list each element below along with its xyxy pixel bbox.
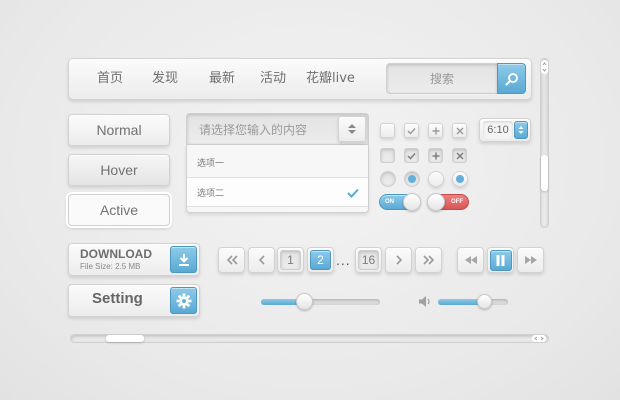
page-16-label: 16 bbox=[358, 250, 379, 270]
pagination-next-button[interactable] bbox=[385, 247, 412, 273]
time-input[interactable]: 6:10 bbox=[483, 121, 513, 139]
download-icon-button[interactable] bbox=[170, 246, 197, 273]
plus-icon bbox=[432, 127, 440, 135]
page-1-label: 1 bbox=[280, 250, 301, 270]
radio-unselected[interactable] bbox=[428, 171, 444, 187]
radio-selected[interactable] bbox=[452, 171, 468, 187]
horizontal-scrollbar-thumb[interactable] bbox=[105, 335, 144, 342]
nav-item-home[interactable]: 首页 bbox=[97, 70, 123, 88]
up-down-arrow-icon bbox=[518, 125, 524, 135]
pagination-first-button[interactable] bbox=[218, 247, 245, 273]
pagination-ellipsis: ... bbox=[336, 252, 351, 268]
pagination-page-16[interactable]: 16 bbox=[355, 247, 382, 273]
progress-slider-knob[interactable] bbox=[295, 293, 313, 310]
rewind-icon bbox=[464, 255, 478, 265]
select-option-1[interactable]: 选项一 bbox=[187, 147, 368, 177]
search-icon bbox=[505, 72, 519, 86]
toggle-on-knob[interactable] bbox=[403, 193, 421, 211]
pagination-page-1[interactable]: 1 bbox=[277, 247, 304, 273]
checkbox-unchecked[interactable] bbox=[380, 123, 395, 138]
select-option-2-label: 选项二 bbox=[197, 188, 225, 199]
download-icon bbox=[178, 253, 190, 267]
vertical-scrollbar-track[interactable] bbox=[540, 58, 549, 228]
fast-forward-button[interactable] bbox=[517, 247, 544, 273]
select-toggle-button[interactable] bbox=[338, 116, 366, 142]
checkbox-cross-inset[interactable] bbox=[452, 148, 467, 163]
volume-icon bbox=[418, 295, 432, 308]
rewind-button[interactable] bbox=[457, 247, 484, 273]
checkbox-plus-inset[interactable] bbox=[428, 148, 443, 163]
setting-label: Setting bbox=[92, 290, 143, 307]
search-input[interactable]: 搜索 bbox=[386, 63, 498, 94]
radio-dot bbox=[456, 175, 464, 183]
volume-slider-knob[interactable] bbox=[476, 294, 492, 309]
cross-icon bbox=[455, 151, 464, 160]
gear-icon-button[interactable] bbox=[170, 287, 197, 314]
select-option-2[interactable]: 选项二 bbox=[187, 177, 368, 207]
nav-item-discover[interactable]: 发现 bbox=[152, 70, 178, 88]
time-value: 6:10 bbox=[487, 124, 509, 136]
fast-forward-icon bbox=[524, 255, 538, 265]
active-button[interactable]: Active bbox=[68, 194, 170, 226]
checkbox-checked-inset[interactable] bbox=[404, 148, 419, 163]
toggle-off-label: OFF bbox=[451, 199, 463, 205]
chevron-right-icon bbox=[395, 255, 403, 265]
hover-button[interactable]: Hover bbox=[68, 154, 170, 186]
search-button[interactable] bbox=[497, 63, 526, 94]
nav-item-events[interactable]: 活动 bbox=[260, 70, 286, 88]
select-placeholder: 请选择您输入的内容 bbox=[199, 122, 308, 137]
cross-icon bbox=[456, 127, 464, 135]
pagination-prev-button[interactable] bbox=[248, 247, 275, 273]
vertical-scrollbar-thumb[interactable] bbox=[541, 154, 548, 191]
gear-icon bbox=[176, 293, 192, 309]
checkbox-cross[interactable] bbox=[452, 123, 467, 138]
plus-icon bbox=[432, 152, 440, 160]
normal-button-label: Normal bbox=[96, 122, 142, 138]
radio-selected-inset[interactable] bbox=[404, 171, 420, 187]
active-button-label: Active bbox=[99, 202, 139, 218]
select-option-1-label: 选项一 bbox=[197, 158, 225, 169]
chevron-left-icon bbox=[258, 255, 266, 265]
time-step-buttons[interactable] bbox=[514, 121, 528, 139]
download-title: DOWNLOAD bbox=[80, 247, 152, 261]
check-icon bbox=[407, 152, 416, 160]
checkbox-unchecked-inset[interactable] bbox=[380, 148, 395, 163]
radio-dot bbox=[408, 175, 416, 183]
checkbox-checked[interactable] bbox=[404, 123, 419, 138]
pagination-page-2[interactable]: 2 bbox=[307, 247, 334, 273]
up-down-arrow-icon bbox=[347, 123, 357, 135]
double-chevron-right-icon bbox=[422, 255, 436, 265]
download-file-size: File Size: 2.5 MB bbox=[80, 262, 141, 271]
double-chevron-left-icon bbox=[225, 255, 239, 265]
nav-item-huaban-live[interactable]: 花瓣live bbox=[306, 70, 355, 88]
checkmark-icon bbox=[347, 188, 359, 198]
page-2-label: 2 bbox=[310, 250, 331, 270]
pause-button[interactable] bbox=[487, 247, 514, 273]
radio-unselected-inset[interactable] bbox=[380, 171, 396, 187]
search-placeholder: 搜索 bbox=[429, 72, 454, 86]
pagination-last-button[interactable] bbox=[415, 247, 442, 273]
toggle-off-knob[interactable] bbox=[427, 193, 445, 211]
vertical-scroll-arrows[interactable] bbox=[541, 60, 548, 74]
pause-icon bbox=[489, 249, 512, 271]
normal-button[interactable]: Normal bbox=[68, 114, 170, 146]
checkbox-plus[interactable] bbox=[428, 123, 443, 138]
hover-button-label: Hover bbox=[100, 162, 138, 178]
horizontal-scroll-arrows[interactable] bbox=[532, 335, 546, 342]
nav-item-latest[interactable]: 最新 bbox=[209, 70, 235, 88]
check-icon bbox=[407, 127, 416, 135]
toggle-on-label: ON bbox=[385, 199, 394, 205]
